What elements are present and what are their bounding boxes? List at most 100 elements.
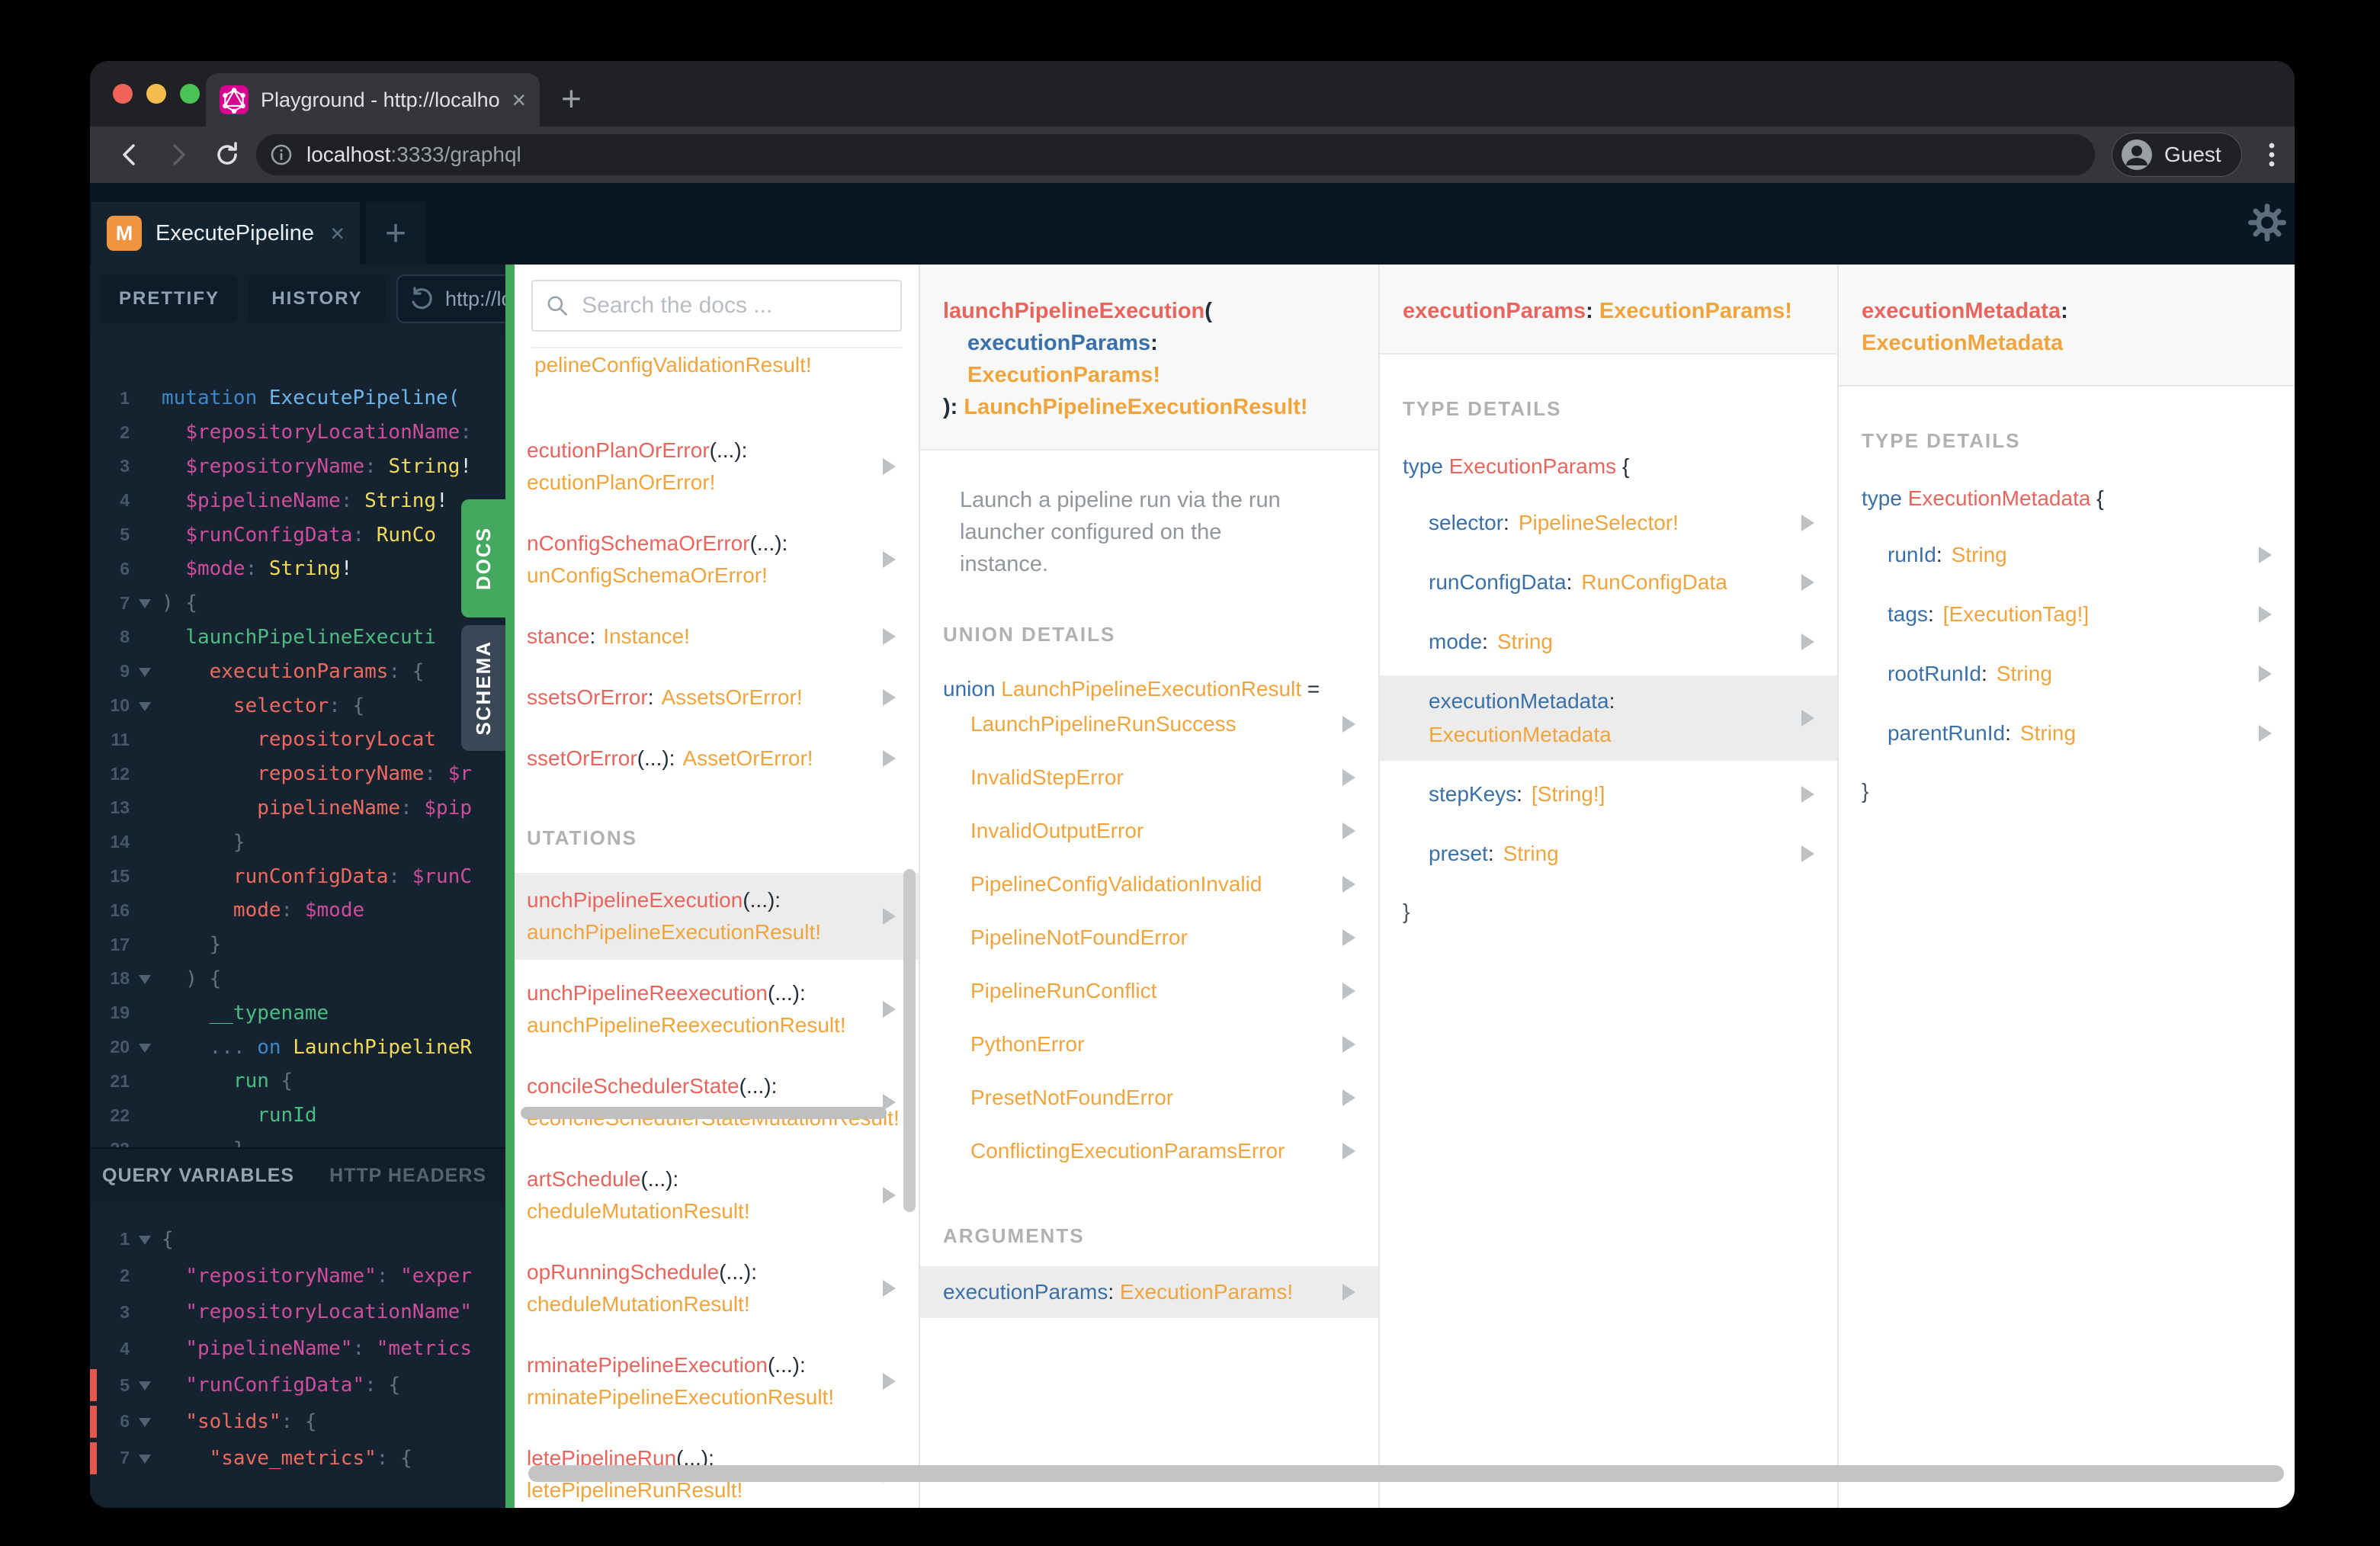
type-field-row[interactable]: executionMetadata: ExecutionMetadata [1380, 675, 1837, 761]
browser-tab[interactable]: Playground - http://localhost:3 × [206, 73, 540, 127]
union-member-row[interactable]: LaunchPipelineRunSuccess [920, 701, 1378, 747]
docs-field-row[interactable]: concileSchedulerState(...): econcileSche… [515, 1059, 919, 1146]
docs-field-row[interactable]: unchPipelineExecution(...): aunchPipelin… [515, 873, 919, 960]
field-signature: launchPipelineExecution( executionParams… [920, 265, 1378, 451]
chevron-right-icon [883, 1280, 896, 1297]
fold-caret-icon[interactable] [130, 1403, 162, 1440]
union-member-row[interactable]: InvalidStepError [920, 755, 1378, 800]
browser-tab-strip: Playground - http://localhost:3 × + [90, 61, 2295, 127]
minimize-window-button[interactable] [146, 84, 166, 104]
type-field-row[interactable]: runConfigData: RunConfigData [1380, 556, 1837, 608]
type-field-row[interactable]: mode: String [1380, 616, 1837, 668]
fold-caret-icon[interactable] [130, 1440, 162, 1477]
line-number: 3 [120, 1301, 130, 1322]
docs-field-row[interactable]: pelineConfigValidationResult! [515, 348, 919, 393]
union-member-row[interactable]: PipelineRunConflict [920, 968, 1378, 1014]
variables-header: QUERY VARIABLES HTTP HEADERS [90, 1149, 505, 1202]
tab-close-icon[interactable]: × [512, 88, 526, 112]
docs-side-tab[interactable]: DOCS [461, 499, 505, 617]
line-number: 14 [110, 832, 130, 852]
docs-field-row[interactable]: ecutionPlanOrError(...): ecutionPlanOrEr… [515, 423, 919, 510]
new-tab-button[interactable]: + [561, 78, 582, 119]
profile-button[interactable]: Guest [2112, 133, 2242, 177]
union-member-row[interactable]: InvalidOutputError [920, 808, 1378, 854]
docs-panel-edge[interactable] [505, 265, 515, 1508]
code-line: 7) { [90, 586, 505, 621]
tab-query-variables[interactable]: QUERY VARIABLES [102, 1165, 294, 1187]
docs-field-row[interactable]: ssetsOrError: AssetsOrError! [515, 670, 919, 725]
fold-gutter [130, 1099, 162, 1133]
code-text: } [162, 1138, 245, 1147]
menu-kebab-icon[interactable] [2257, 138, 2287, 172]
union-member-row[interactable]: PipelineNotFoundError [920, 915, 1378, 961]
editor-pane: PRETTIFY HISTORY http://loc 1 mutation Ex… [90, 265, 505, 1508]
tab-http-headers[interactable]: HTTP HEADERS [329, 1165, 486, 1187]
line-number: 21 [110, 1070, 130, 1091]
fold-caret-icon[interactable] [130, 586, 162, 621]
back-icon[interactable] [114, 140, 145, 170]
query-editor[interactable]: 1 mutation ExecutePipeline(2 $repositoryL… [90, 335, 505, 1147]
docs-field-row[interactable]: UTATIONS [515, 792, 919, 867]
reload-icon[interactable] [212, 140, 242, 170]
chevron-right-icon [1342, 876, 1355, 893]
docs-field-row[interactable]: opRunningSchedule(...): cheduleMutationR… [515, 1245, 919, 1332]
type-field-row[interactable]: selector: PipelineSelector! [1380, 497, 1837, 549]
fold-caret-icon[interactable] [130, 962, 162, 996]
argument-row-selected[interactable]: executionParams: ExecutionParams! [920, 1266, 1378, 1318]
docs-field-row[interactable]: rminatePipelineExecution(...): rminatePi… [515, 1338, 919, 1425]
docs-field-row[interactable]: artSchedule(...): cheduleMutationResult! [515, 1152, 919, 1239]
playground: M ExecutePipeline × + PRETTIFY HISTORY h… [90, 183, 2295, 1508]
endpoint-input[interactable]: http://loc [396, 274, 505, 323]
docs-search[interactable] [531, 280, 902, 332]
type-field-row[interactable]: stepKeys: [String!] [1380, 768, 1837, 820]
chevron-right-icon [1801, 786, 1814, 803]
code-line: 11 repositoryLocat [90, 723, 505, 757]
type-field-row[interactable]: rootRunId: String [1839, 648, 2295, 700]
fold-caret-icon[interactable] [130, 654, 162, 688]
union-member-row[interactable]: PythonError [920, 1022, 1378, 1067]
type-field-row[interactable]: runId: String [1839, 529, 2295, 581]
settings-gear-icon[interactable] [2247, 203, 2287, 242]
line-number: 10 [110, 695, 130, 716]
column1-vertical-scrollbar[interactable] [903, 869, 916, 1212]
history-button[interactable]: HISTORY [249, 274, 386, 323]
playground-tab[interactable]: M ExecutePipeline × [91, 202, 360, 265]
docs-field-row[interactable]: stance: Instance! [515, 609, 919, 664]
url-bar[interactable]: localhost:3333/graphql [256, 134, 2095, 175]
type-field-row[interactable]: parentRunId: String [1839, 707, 2295, 759]
variables-editor[interactable]: 1{2 "repositoryName": "exper 3 "repositor… [90, 1202, 505, 1477]
union-member-row[interactable]: ConflictingExecutionParamsError [920, 1128, 1378, 1174]
maximize-window-button[interactable] [180, 84, 200, 104]
site-info-icon[interactable] [268, 142, 294, 168]
prettify-button[interactable]: PRETTIFY [101, 274, 238, 323]
fold-caret-icon[interactable] [130, 1221, 162, 1258]
type-field-row[interactable]: preset: String [1380, 828, 1837, 880]
docs-field-row[interactable]: ssetOrError(...): AssetOrError! [515, 731, 919, 786]
type-field-row[interactable]: tags: [ExecutionTag!] [1839, 589, 2295, 640]
line-number: 18 [110, 968, 130, 989]
fold-caret-icon[interactable] [130, 1030, 162, 1064]
code-line: 20 ... on LaunchPipelineR [90, 1030, 505, 1064]
code-line: 18 ) { [90, 962, 505, 996]
union-member-row[interactable]: PresetNotFoundError [920, 1075, 1378, 1121]
endpoint-reload-icon [412, 287, 432, 310]
code-text: runId [257, 1104, 317, 1127]
docs-field-row[interactable]: unchPipelineReexecution(...): aunchPipel… [515, 966, 919, 1053]
docs-search-input[interactable] [582, 293, 888, 319]
forward-icon[interactable] [163, 140, 194, 170]
chevron-right-icon [883, 551, 896, 568]
playground-tab-close-icon[interactable]: × [330, 220, 345, 248]
union-member-row[interactable]: PipelineConfigValidationInvalid [920, 861, 1378, 907]
docs-field-row[interactable]: nConfigSchemaOrError(...): unConfigSchem… [515, 516, 919, 603]
column1-horizontal-scrollbar[interactable] [521, 1107, 887, 1119]
code-line: 1{ [90, 1221, 505, 1258]
chevron-right-icon [1801, 574, 1814, 591]
playground-new-tab-button[interactable]: + [366, 202, 425, 265]
docs-horizontal-scrollbar[interactable] [528, 1465, 2284, 1482]
fold-caret-icon[interactable] [130, 688, 162, 723]
chevron-right-icon [1342, 1036, 1355, 1053]
schema-side-tab[interactable]: SCHEMA [461, 625, 505, 751]
fold-caret-icon[interactable] [130, 1367, 162, 1403]
chevron-right-icon [883, 1187, 896, 1204]
close-window-button[interactable] [113, 84, 133, 104]
